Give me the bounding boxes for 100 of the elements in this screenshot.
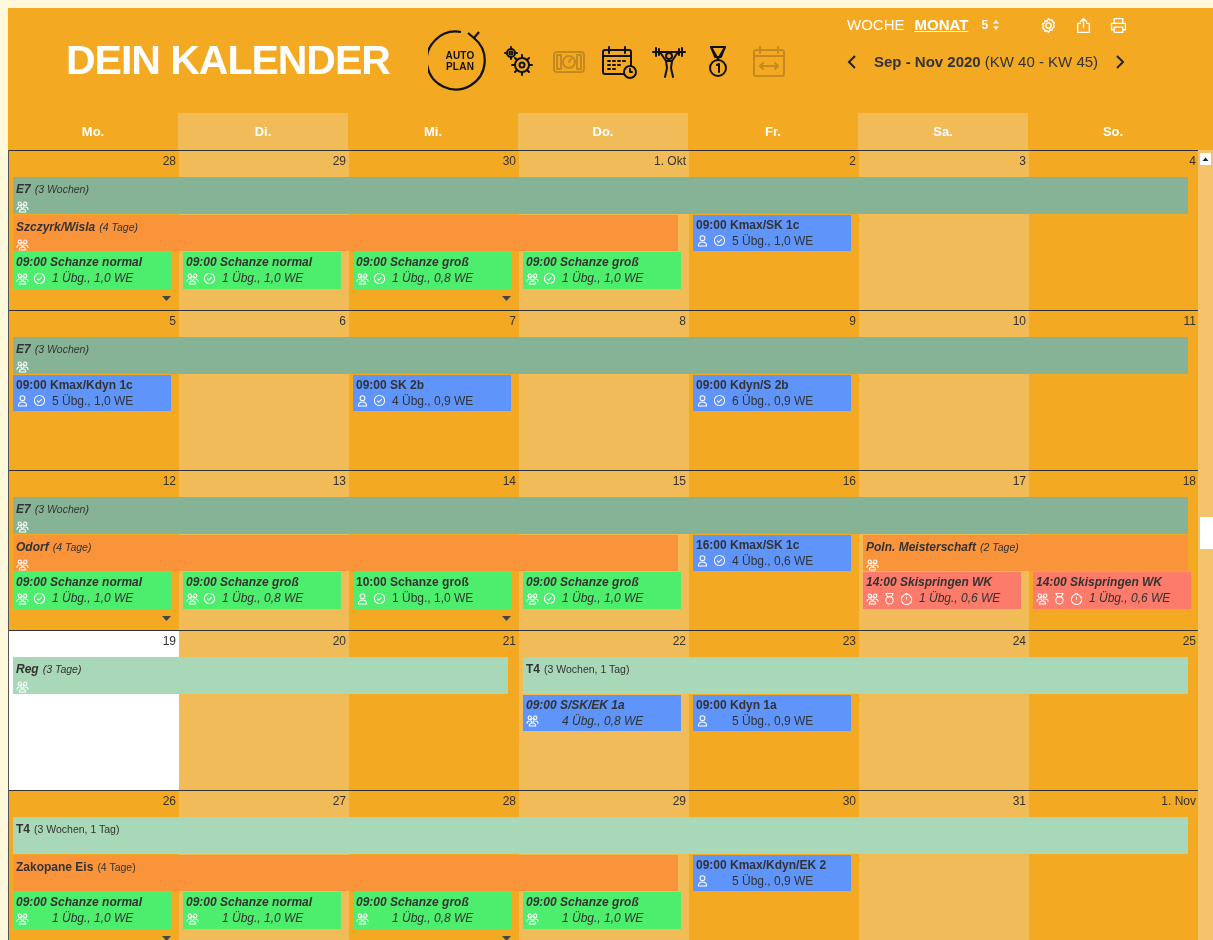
scrollbar-thumb[interactable]	[1200, 517, 1213, 549]
event-bar[interactable]: Poln. Meisterschaft (2 Tage)	[863, 534, 1188, 571]
day-number: 20	[332, 633, 347, 649]
day-number: 4	[1189, 153, 1197, 169]
event-card[interactable]: 09:00 Schanze normal 1 Übg., 1,0 WE	[13, 252, 171, 289]
scrollbar[interactable]	[1198, 150, 1213, 940]
event-title: 09:00 Schanze groß	[186, 574, 300, 590]
group-icon	[186, 911, 199, 925]
event-card[interactable]: 14:00 Skispringen WK 1 Übg., 0,6 WE	[1033, 572, 1191, 609]
day-number: 17	[1012, 473, 1027, 489]
event-card[interactable]: 09:00 Schanze groß 1 Übg., 0,8 WE	[353, 892, 511, 929]
calendar-clock-icon[interactable]	[601, 43, 637, 80]
day-number: 12	[162, 473, 177, 489]
event-card[interactable]: 14:00 Skispringen WK 1 Übg., 0,6 WE	[863, 572, 1021, 609]
event-info: 1 Übg., 1,0 WE	[562, 910, 644, 926]
event-card[interactable]: 09:00 Kmax/Kdyn/EK 2 5 Übg., 0,9 WE	[693, 854, 851, 891]
event-note: (4 Tage)	[99, 219, 138, 235]
event-info: 5 Übg., 0,9 WE	[732, 712, 814, 729]
group-icon	[356, 271, 369, 285]
caret-icon[interactable]	[502, 616, 511, 621]
check-circle-icon	[203, 591, 216, 605]
event-info: 4 Übg., 0,6 WE	[732, 552, 814, 569]
event-title: 09:00 Schanze normal	[16, 254, 144, 270]
event-card[interactable]: 09:00 S/SK/EK 1a 4 Übg., 0,8 WE	[523, 694, 681, 731]
scroll-up-button[interactable]	[1200, 153, 1211, 165]
caret-icon[interactable]	[162, 616, 171, 621]
event-note: (3 Wochen, 1 Tag)	[544, 662, 630, 677]
event-info: 6 Übg., 0,9 WE	[732, 392, 814, 409]
day-number: 5	[169, 313, 177, 329]
event-info: 1 Übg., 1,0 WE	[562, 590, 644, 606]
weekday-header: Di.	[178, 113, 348, 150]
event-bar[interactable]: T4 (3 Wochen, 1 Tag)	[523, 657, 1188, 694]
event-note: (2 Tage)	[980, 539, 1019, 555]
caret-icon[interactable]	[162, 296, 171, 301]
event-card[interactable]: 09:00 Kmax/SK 1c 5 Übg., 1,0 WE	[693, 214, 851, 251]
group-icon	[526, 271, 539, 285]
event-title: 09:00 Kmax/SK 1c	[696, 216, 801, 233]
event-card[interactable]: 09:00 Schanze groß 1 Übg., 0,8 WE	[353, 252, 511, 289]
day-number: 15	[672, 473, 687, 489]
event-info: 1 Übg., 0,8 WE	[222, 590, 304, 606]
event-title: Zakopane Eis	[16, 858, 94, 876]
event-card[interactable]: 09:00 Kdyn 1a 5 Übg., 0,9 WE	[693, 694, 851, 731]
group-icon	[16, 911, 29, 925]
caret-icon[interactable]	[162, 936, 171, 940]
event-title: Odorf	[16, 538, 49, 556]
event-info: 1 Übg., 0,6 WE	[919, 590, 1001, 606]
timer-icon	[900, 591, 913, 605]
event-card[interactable]: 09:00 Schanze groß 1 Übg., 1,0 WE	[523, 892, 681, 929]
event-title: 09:00 SK 2b	[356, 376, 426, 393]
event-card[interactable]: 09:00 Schanze normal 1 Übg., 1,0 WE	[13, 572, 171, 609]
event-bar[interactable]: Odorf (4 Tage)	[13, 534, 678, 571]
previous-icon[interactable]	[847, 54, 857, 71]
event-card[interactable]: 09:00 Schanze normal 1 Übg., 1,0 WE	[13, 892, 171, 929]
group-icon	[186, 591, 199, 605]
event-bar[interactable]: E7 (3 Wochen)	[13, 177, 1188, 214]
event-note: (3 Wochen)	[34, 502, 89, 517]
event-title: 09:00 Schanze normal	[16, 894, 144, 910]
auto-plan-button[interactable]: AUTO PLAN	[428, 28, 492, 93]
next-icon[interactable]	[1115, 54, 1126, 71]
day-number: 23	[842, 633, 857, 649]
event-card[interactable]: 09:00 Schanze groß 1 Übg., 0,8 WE	[183, 572, 341, 609]
event-info: 1 Übg., 1,0 WE	[52, 270, 134, 286]
event-card[interactable]: 09:00 Schanze groß 1 Übg., 1,0 WE	[523, 572, 681, 609]
event-title: Szczyrk/Wisla	[16, 218, 96, 236]
event-title: E7	[16, 181, 31, 198]
event-card[interactable]: 09:00 Kmax/Kdyn 1c 5 Übg., 1,0 WE	[13, 374, 171, 411]
check-circle-icon	[713, 554, 726, 567]
event-title: 09:00 Kdyn 1a	[696, 696, 778, 713]
event-title: 09:00 Schanze groß	[356, 254, 470, 270]
date-range: Sep - Nov 2020	[874, 52, 981, 72]
event-info: 1 Übg., 0,6 WE	[1089, 590, 1171, 606]
event-card[interactable]: 09:00 Schanze normal 1 Übg., 1,0 WE	[183, 892, 341, 929]
check-circle-icon	[373, 394, 386, 407]
event-card[interactable]: 10:00 Schanze groß 1 Übg., 1,0 WE	[353, 572, 511, 609]
group-icon	[866, 557, 879, 571]
event-bar[interactable]: Szczyrk/Wisla (4 Tage)	[13, 214, 678, 251]
event-bar[interactable]: Reg (3 Tage)	[13, 657, 508, 694]
event-card[interactable]: 09:00 Schanze normal 1 Übg., 1,0 WE	[183, 252, 341, 289]
day-number: 1. Nov	[1161, 793, 1197, 809]
day-number: 26	[162, 793, 177, 809]
caret-icon[interactable]	[502, 296, 511, 301]
group-icon	[16, 237, 29, 251]
event-bar[interactable]: E7 (3 Wochen)	[13, 337, 1188, 374]
caret-icon[interactable]	[502, 936, 511, 940]
event-bar[interactable]: Zakopane Eis (4 Tage)	[13, 854, 678, 891]
medal-icon	[1053, 591, 1066, 605]
day-number: 11	[1183, 313, 1197, 329]
group-icon	[16, 557, 29, 571]
event-title: 16:00 Kmax/SK 1c	[696, 536, 801, 553]
event-bar[interactable]: T4 (3 Wochen, 1 Tag)	[13, 817, 1188, 854]
event-title: 09:00 Schanze normal	[186, 894, 314, 910]
event-card[interactable]: 16:00 Kmax/SK 1c 4 Übg., 0,6 WE	[693, 534, 851, 571]
event-card[interactable]: 09:00 Schanze groß 1 Übg., 1,0 WE	[523, 252, 681, 289]
event-title: 09:00 Kmax/Kdyn 1c	[16, 376, 134, 393]
event-info: 5 Übg., 1,0 WE	[52, 392, 134, 409]
event-card[interactable]: 09:00 Kdyn/S 2b 6 Übg., 0,9 WE	[693, 374, 851, 411]
event-info: 4 Übg., 0,8 WE	[562, 712, 644, 729]
day-number: 2	[849, 153, 857, 169]
event-card[interactable]: 09:00 SK 2b 4 Übg., 0,9 WE	[353, 374, 511, 411]
event-bar[interactable]: E7 (3 Wochen)	[13, 497, 1188, 534]
